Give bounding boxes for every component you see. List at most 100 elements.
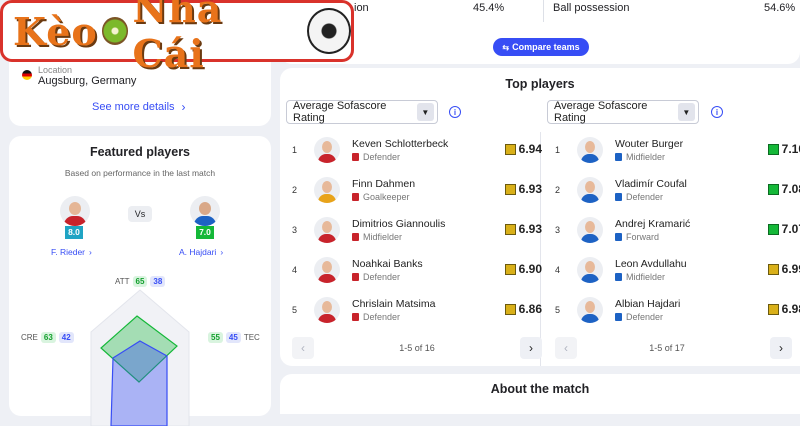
player-avatar <box>314 177 340 203</box>
about-match-title: About the match <box>490 382 590 396</box>
player-rating: 7.08 <box>767 182 800 196</box>
right-stat-select[interactable]: Average Sofascore Rating ▼ <box>547 100 699 124</box>
about-match-card: About the match <box>280 374 800 414</box>
chevron-down-icon: ▼ <box>416 103 434 121</box>
player-info: Vladimír Coufal Defender <box>615 178 687 202</box>
chevron-right-icon: › <box>220 247 224 257</box>
player-row[interactable]: 1 Wouter Burger Midfielder 7.10 <box>555 130 800 170</box>
player-row[interactable]: 5 Albian Hajdari Defender 6.98 <box>555 290 800 330</box>
player-position: Defender <box>363 152 401 162</box>
player-link-rieder[interactable]: F. Rieder › <box>51 247 92 257</box>
player-position-row: Midfielder <box>615 152 683 162</box>
rating-value: 6.98 <box>781 302 800 316</box>
player-link-hajdari[interactable]: A. Hajdari › <box>179 247 223 257</box>
rating-square-icon <box>767 143 779 155</box>
player-row[interactable]: 3 Andrej Kramarić Forward 7.07 <box>555 210 800 250</box>
chevron-right-icon[interactable]: › <box>770 337 792 359</box>
rating-value: 7.10 <box>781 142 800 156</box>
player-position-row: Midfielder <box>352 232 445 242</box>
club-crest-icon <box>352 273 359 281</box>
player-avatar-rieder[interactable] <box>60 196 90 226</box>
player-avatar <box>577 137 603 163</box>
player-rating: 6.90 <box>504 262 542 276</box>
player-row[interactable]: 5 Chrislain Matsima Defender 6.86 <box>292 290 542 330</box>
player-info: Finn Dahmen Goalkeeper <box>352 178 415 202</box>
player-position: Midfielder <box>626 152 666 162</box>
player-row[interactable]: 4 Noahkai Banks Defender 6.90 <box>292 250 542 290</box>
player-rating: 6.86 <box>504 302 542 316</box>
player-avatar-hajdari[interactable] <box>190 196 220 226</box>
player-name: Chrislain Matsima <box>352 298 436 310</box>
stat-divider <box>543 0 544 22</box>
chevron-left-icon[interactable]: ‹ <box>292 337 314 359</box>
player-name: Finn Dahmen <box>352 178 416 190</box>
club-crest-icon <box>352 233 359 241</box>
featured-title: Featured players <box>89 145 191 159</box>
info-icon[interactable]: i <box>449 106 461 118</box>
player-info: Keven Schlotterbeck Defender <box>352 138 448 162</box>
left-select-label: Average Sofascore Rating <box>293 100 387 124</box>
player-info: Albian Hajdari Defender <box>615 298 680 322</box>
info-icon[interactable]: i <box>711 106 723 118</box>
stat-left-label: ion <box>354 2 369 14</box>
player-info: Noahkai Banks Defender <box>352 258 423 282</box>
rating-square-icon <box>767 223 779 235</box>
featured-players-card: Featured players Based on performance in… <box>9 136 271 426</box>
rating-square-icon <box>504 143 516 155</box>
player-position: Defender <box>363 312 401 322</box>
rating-square-icon <box>767 303 779 315</box>
player-avatar <box>314 297 340 323</box>
rieder-name: F. Rieder <box>51 247 86 257</box>
player-position-row: Goalkeeper <box>352 192 415 202</box>
compare-teams-label: Compare teams <box>512 42 580 52</box>
left-player-list: 1 Keven Schlotterbeck Defender 6.94 2 Fi… <box>292 130 542 330</box>
chevron-right-icon: › <box>181 100 186 114</box>
player-row[interactable]: 2 Vladimír Coufal Defender 7.08 <box>555 170 800 210</box>
logo-text-2: Nhà Cái <box>132 0 223 76</box>
player-row[interactable]: 2 Finn Dahmen Goalkeeper 6.93 <box>292 170 542 210</box>
location-value: Augsburg, Germany <box>38 75 137 87</box>
chevron-right-icon: › <box>89 247 92 257</box>
rieder-shirt <box>64 216 86 226</box>
player-position: Defender <box>363 272 401 282</box>
rating-square-icon <box>504 303 516 315</box>
player-name: Wouter Burger <box>615 138 684 150</box>
attr-att-label: ATT <box>115 277 130 286</box>
player-rank: 4 <box>555 265 561 275</box>
compare-teams-button[interactable]: ⇆ Compare teams <box>493 38 589 56</box>
rating-value: 6.94 <box>518 142 542 156</box>
vs-label: Vs <box>128 206 152 222</box>
see-more-details-link[interactable]: See more details › <box>92 100 186 114</box>
player-row[interactable]: 4 Leon Avdullahu Midfielder 6.99 <box>555 250 800 290</box>
hajdari-face <box>199 202 211 215</box>
chevron-left-icon[interactable]: ‹ <box>555 337 577 359</box>
rating-square-icon <box>504 223 516 235</box>
player-position-row: Defender <box>615 192 687 202</box>
location-label: Location <box>38 65 73 75</box>
left-stat-select[interactable]: Average Sofascore Rating ▼ <box>286 100 438 124</box>
player-avatar <box>577 177 603 203</box>
rating-square-icon <box>767 183 779 195</box>
left-pagination: ‹ 1-5 of 16 › <box>292 337 542 359</box>
player-row[interactable]: 1 Keven Schlotterbeck Defender 6.94 <box>292 130 542 170</box>
pagination-text: 1-5 of 16 <box>399 343 435 353</box>
player-row[interactable]: 3 Dimitrios Giannoulis Midfielder 6.93 <box>292 210 542 250</box>
rating-value: 6.99 <box>781 262 800 276</box>
player-avatar <box>577 217 603 243</box>
club-crest-icon <box>352 153 359 161</box>
attribute-radar-chart <box>90 289 190 426</box>
right-select-label: Average Sofascore Rating <box>554 100 648 124</box>
stat-right-value: 54.6% <box>764 2 796 14</box>
player-rank: 2 <box>292 185 298 195</box>
club-crest-icon <box>615 273 622 281</box>
see-more-label: See more details <box>92 101 175 113</box>
player-avatar <box>577 257 603 283</box>
player-position-row: Defender <box>352 312 435 322</box>
club-crest-icon <box>615 313 622 321</box>
chevron-right-icon[interactable]: › <box>520 337 542 359</box>
player-info: Dimitrios Giannoulis Midfielder <box>352 218 445 242</box>
rating-value: 6.86 <box>518 302 542 316</box>
top-players-title: Top players <box>505 77 575 91</box>
site-logo[interactable]: Kèo Nhà Cái <box>0 0 354 76</box>
hajdari-name: A. Hajdari <box>179 247 217 257</box>
